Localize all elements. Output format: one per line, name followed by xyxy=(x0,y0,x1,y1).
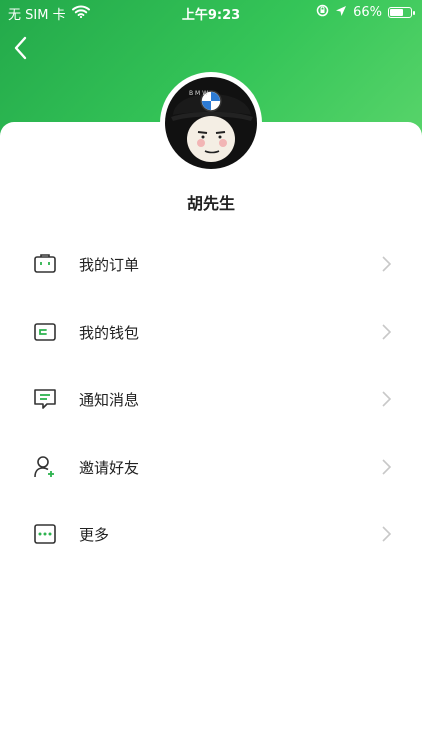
cap-text: B M W xyxy=(189,90,208,97)
battery-icon xyxy=(388,7,415,18)
username: 胡先生 xyxy=(186,194,235,213)
wallet-icon xyxy=(32,319,58,345)
menu-item-label: 我的订单 xyxy=(79,256,140,274)
menu-item-notifications[interactable]: 通知消息 xyxy=(0,365,422,433)
location-arrow-icon xyxy=(335,5,347,21)
menu-item-invite[interactable]: 邀请好友 xyxy=(0,433,422,501)
lock-rotation-icon xyxy=(316,4,329,21)
chevron-right-icon xyxy=(380,525,392,543)
menu-item-label: 我的钱包 xyxy=(79,323,140,342)
menu-item-label: 通知消息 xyxy=(79,391,140,409)
avatar-image: B M W xyxy=(165,77,257,169)
status-right: 66% xyxy=(316,4,415,21)
add-user-icon xyxy=(32,454,58,480)
menu-item-orders[interactable]: 我的订单 xyxy=(0,230,422,298)
menu-item-more[interactable]: 更多 xyxy=(0,500,422,568)
chevron-right-icon xyxy=(380,255,392,273)
chevron-right-icon xyxy=(380,390,392,408)
menu-item-label: 邀请好友 xyxy=(79,458,140,477)
menu-list: 我的订单 我的钱包 通知消息 邀请好友 更多 xyxy=(0,230,422,568)
battery-fill xyxy=(390,9,403,16)
menu-item-label: 更多 xyxy=(79,526,110,544)
chevron-right-icon xyxy=(380,458,392,476)
back-button[interactable] xyxy=(10,34,36,62)
menu-item-wallet[interactable]: 我的钱包 xyxy=(0,298,422,366)
avatar: B M W xyxy=(165,77,257,169)
profile-card: 胡先生 我的订单 我的钱包 通知消息 邀请好友 更多 xyxy=(0,122,422,750)
avatar-frame[interactable]: B M W xyxy=(160,72,262,174)
briefcase-icon xyxy=(32,251,58,277)
message-icon xyxy=(32,386,58,412)
battery-percent: 66% xyxy=(353,5,382,20)
status-bar: 无 SIM 卡 上午9:23 66% xyxy=(0,0,422,24)
chevron-right-icon xyxy=(380,323,392,341)
more-dots-icon xyxy=(32,521,58,547)
chevron-left-icon xyxy=(14,36,27,60)
